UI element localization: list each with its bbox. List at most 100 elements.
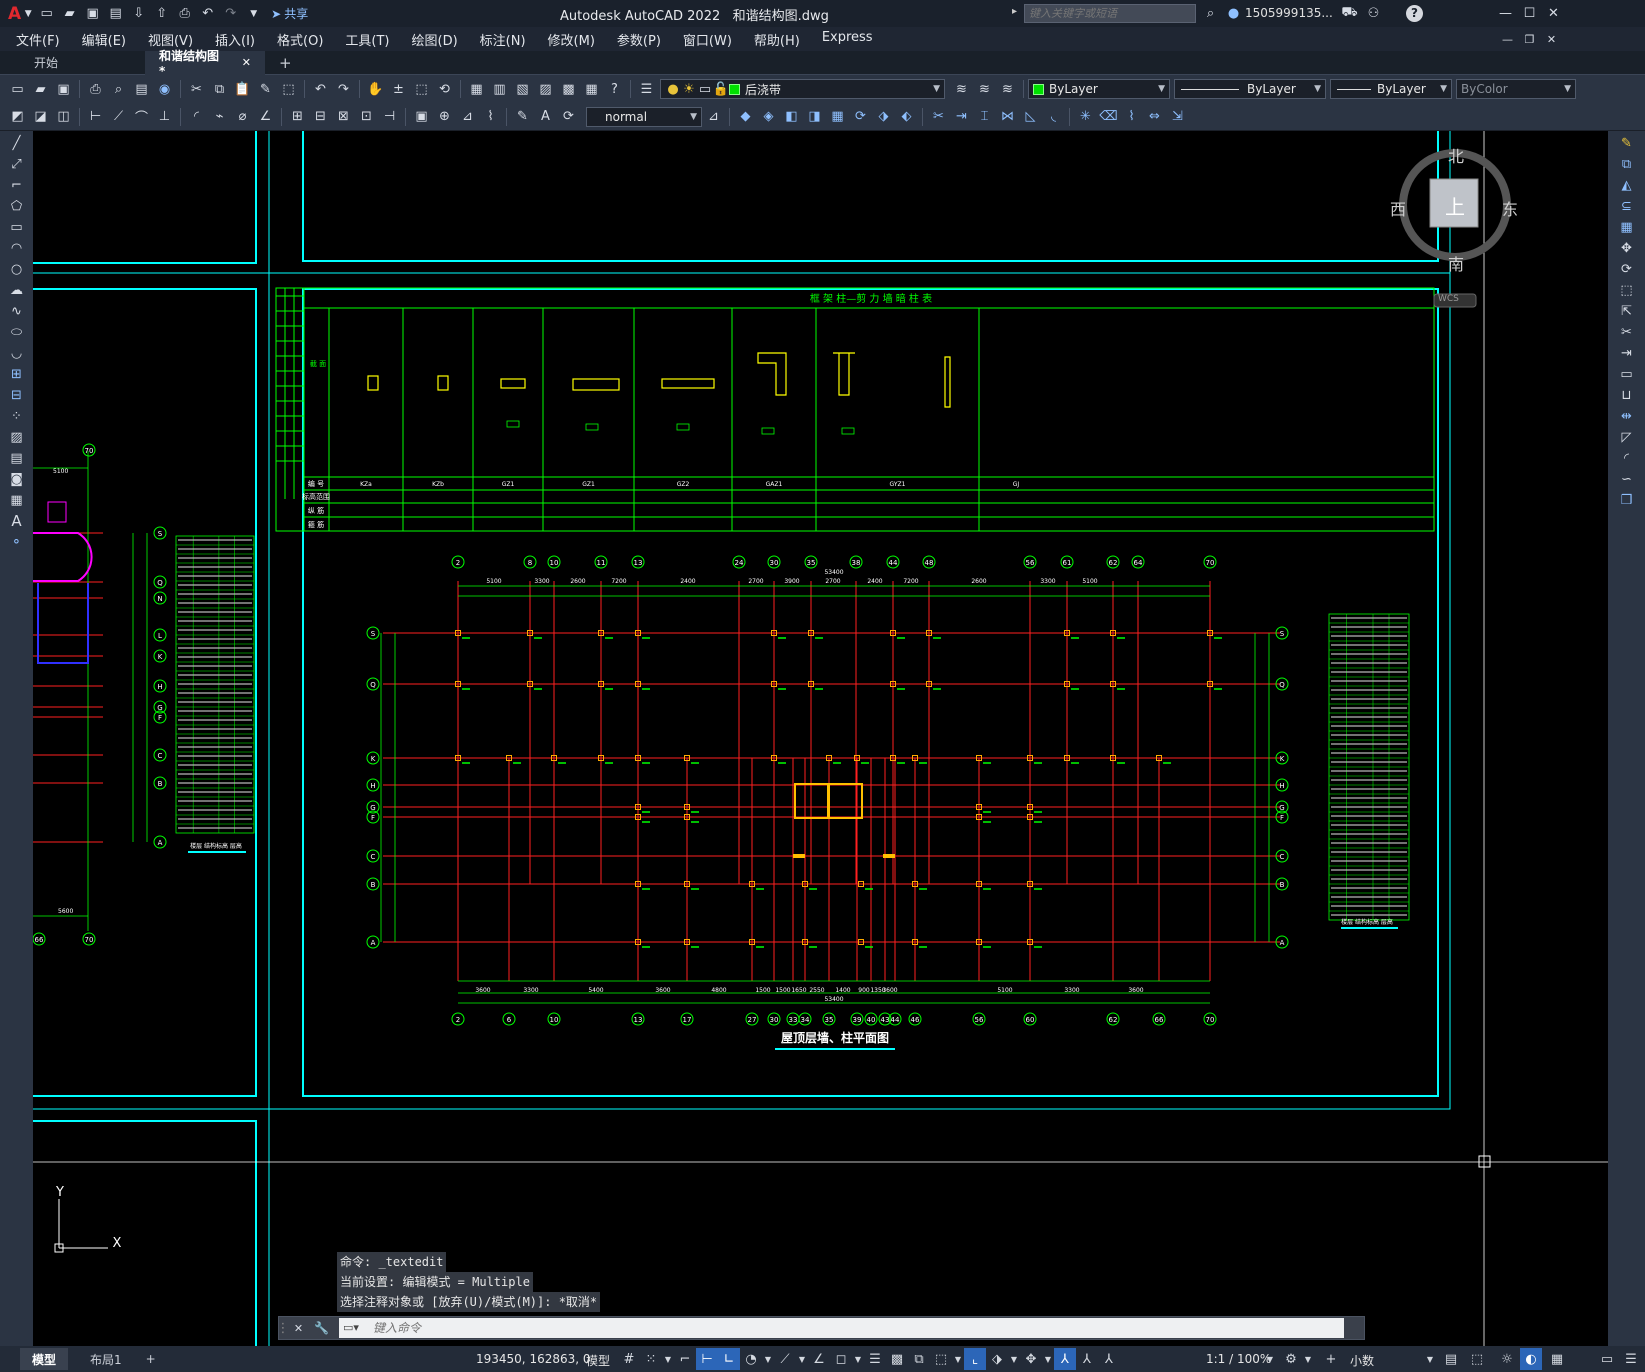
plotstyle-dropdown[interactable]: ByColor ▼ bbox=[1456, 79, 1576, 99]
menu-item[interactable]: 绘图(D) bbox=[401, 30, 469, 49]
undo-icon[interactable]: ↶ bbox=[197, 3, 218, 24]
scale-modify-icon[interactable]: ⬚ bbox=[1617, 281, 1637, 299]
restore-icon[interactable]: ❐ bbox=[1519, 29, 1540, 50]
table-draw-icon[interactable]: ▦ bbox=[7, 491, 27, 509]
match-properties-icon[interactable]: ✎ bbox=[255, 79, 276, 100]
polyline-icon[interactable]: ⌐ bbox=[7, 176, 27, 194]
chevron-down-icon[interactable]: ▼ bbox=[796, 1348, 808, 1370]
chevron-down-icon[interactable]: ▼ bbox=[1042, 1348, 1054, 1370]
close-icon[interactable]: ✕ bbox=[1543, 3, 1564, 24]
gizmo-icon[interactable]: ✥ bbox=[1020, 1348, 1042, 1370]
dim-edit-icon[interactable]: ✎ bbox=[512, 106, 533, 127]
grid-icon[interactable]: # bbox=[618, 1348, 640, 1370]
publish-icon[interactable]: ▤ bbox=[131, 79, 152, 100]
trim-icon[interactable]: ✂ bbox=[928, 106, 949, 127]
designcenter-icon[interactable]: ▥ bbox=[489, 79, 510, 100]
dynamic-ucs-icon[interactable]: ⌞ bbox=[964, 1348, 986, 1370]
quick-dim-icon[interactable]: ⊞ bbox=[287, 106, 308, 127]
stretch-modify-icon[interactable]: ⇱ bbox=[1617, 302, 1637, 320]
menu-item[interactable]: 视图(V) bbox=[137, 30, 204, 49]
line-icon[interactable]: ╱ bbox=[7, 134, 27, 152]
a360-icon[interactable]: ⚇ bbox=[1363, 3, 1384, 24]
join-icon[interactable]: ⋈ bbox=[997, 106, 1018, 127]
arc-icon[interactable]: ◠ bbox=[7, 239, 27, 257]
chevron-down-icon[interactable]: ▼ bbox=[1302, 1348, 1314, 1370]
layer-dropdown[interactable]: ● ☀ ▭ 🔓 后浇带 ▼ bbox=[660, 79, 945, 99]
align-icon[interactable]: ⇲ bbox=[1167, 106, 1188, 127]
3dosnap-icon[interactable]: ⬚ bbox=[930, 1348, 952, 1370]
menu-item[interactable]: 参数(P) bbox=[606, 30, 672, 49]
compass-north[interactable]: 北 bbox=[1448, 143, 1464, 167]
new-file-icon[interactable]: ▭ bbox=[36, 3, 57, 24]
trim-modify-icon[interactable]: ✂ bbox=[1617, 323, 1637, 341]
undo-icon[interactable]: ↶ bbox=[310, 79, 331, 100]
save-icon[interactable]: ▣ bbox=[82, 3, 103, 24]
chevron-down-icon[interactable]: ▼ bbox=[22, 3, 34, 24]
hatch-icon[interactable]: ◩ bbox=[7, 106, 28, 127]
chevron-down-icon[interactable]: ▼ bbox=[1008, 1348, 1020, 1370]
chamfer-icon[interactable]: ◺ bbox=[1020, 106, 1041, 127]
extend-icon[interactable]: ⇥ bbox=[951, 106, 972, 127]
markup-icon[interactable]: ▩ bbox=[558, 79, 579, 100]
menu-item[interactable]: 文件(F) bbox=[5, 30, 71, 49]
chevron-down-icon[interactable]: ▼ bbox=[852, 1348, 864, 1370]
pedit-icon[interactable]: ⌇ bbox=[1121, 106, 1142, 127]
search-input[interactable] bbox=[1024, 4, 1196, 23]
auto-scale-icon[interactable]: ⅄ bbox=[1076, 1348, 1098, 1370]
quick-properties-icon[interactable]: ▤ bbox=[1440, 1348, 1462, 1370]
menu-item[interactable]: 标注(N) bbox=[469, 30, 537, 49]
hatch-draw-icon[interactable]: ▨ bbox=[7, 428, 27, 446]
close-cmd-icon[interactable]: ✕ bbox=[288, 1318, 309, 1339]
help-icon[interactable]: ? bbox=[604, 79, 625, 100]
add-tab-button[interactable]: + bbox=[265, 51, 306, 75]
table-icon[interactable]: ◫ bbox=[53, 106, 74, 127]
gradient-icon[interactable]: ▤ bbox=[7, 449, 27, 467]
mtext-icon[interactable]: A bbox=[7, 512, 27, 530]
dimstyle-dropdown[interactable]: normal ▼ bbox=[586, 106, 702, 127]
aligned-dim-icon[interactable]: ⟋ bbox=[108, 106, 129, 127]
paste-icon[interactable]: 📋 bbox=[232, 79, 253, 100]
ordinate-dim-icon[interactable]: ⊥ bbox=[154, 106, 175, 127]
dim-style-icon[interactable]: ⊿ bbox=[703, 106, 724, 127]
tab-layout1[interactable]: 布局1 bbox=[78, 1348, 134, 1370]
menu-item[interactable]: Express bbox=[811, 30, 884, 49]
zoom-previous-icon[interactable]: ⟲ bbox=[434, 79, 455, 100]
import-icon[interactable]: ⇩ bbox=[128, 3, 149, 24]
ortho-icon[interactable]: ∟ bbox=[718, 1348, 740, 1370]
break-modify-icon[interactable]: ⊔ bbox=[1617, 386, 1637, 404]
viewcube[interactable]: 北 南 西 东 上 WCS bbox=[1390, 143, 1520, 323]
diameter-dim-icon[interactable]: ⌀ bbox=[232, 106, 253, 127]
redo-icon[interactable]: ↷ bbox=[220, 3, 241, 24]
customize-cmd-icon[interactable]: 🔧 bbox=[311, 1318, 332, 1339]
save-icon[interactable]: ▣ bbox=[53, 79, 74, 100]
mirror-icon[interactable]: ◧ bbox=[781, 106, 802, 127]
lineweight-icon[interactable]: ☰ bbox=[864, 1348, 886, 1370]
menu-icon[interactable]: ☰ bbox=[1620, 1348, 1642, 1370]
add-selected-icon[interactable]: ⚬ bbox=[7, 533, 27, 551]
cut-icon[interactable]: ✂ bbox=[186, 79, 207, 100]
workspace-gear-icon[interactable]: ⚙ bbox=[1280, 1348, 1302, 1370]
cmd-prompt-icon[interactable]: ▭▾ bbox=[343, 1321, 359, 1334]
jogged-dim-icon[interactable]: ⌁ bbox=[209, 106, 230, 127]
array-icon[interactable]: ▦ bbox=[827, 106, 848, 127]
chamfer-modify-icon[interactable]: ◸ bbox=[1617, 428, 1637, 446]
command-input[interactable] bbox=[339, 1318, 1344, 1338]
annotation-scale[interactable]: 1:1 / 100% bbox=[1206, 1352, 1271, 1366]
transparency-icon[interactable]: ▩ bbox=[886, 1348, 908, 1370]
snap-icon[interactable]: ⁙ bbox=[640, 1348, 662, 1370]
region-icon[interactable]: ◪ bbox=[30, 106, 51, 127]
restore-down-icon[interactable]: — bbox=[1497, 29, 1518, 50]
menu-item[interactable]: 格式(O) bbox=[266, 30, 334, 49]
point-icon[interactable]: ⁘ bbox=[7, 407, 27, 425]
menu-item[interactable]: 窗口(W) bbox=[672, 30, 743, 49]
copy-icon[interactable]: ⧉ bbox=[209, 79, 230, 100]
zoom-window-icon[interactable]: ⬚ bbox=[411, 79, 432, 100]
model-space-toggle[interactable]: 模型 bbox=[586, 1352, 610, 1369]
spline-icon[interactable]: ∿ bbox=[7, 302, 27, 320]
open-icon[interactable]: ▰ bbox=[30, 79, 51, 100]
layer-previous-icon[interactable]: ≋ bbox=[974, 79, 995, 100]
menu-item[interactable]: 修改(M) bbox=[537, 30, 606, 49]
rectangle-icon[interactable]: ▭ bbox=[7, 218, 27, 236]
tab-document[interactable]: 和谐结构图* ✕ bbox=[145, 49, 265, 78]
menu-item[interactable]: 帮助(H) bbox=[743, 30, 811, 49]
